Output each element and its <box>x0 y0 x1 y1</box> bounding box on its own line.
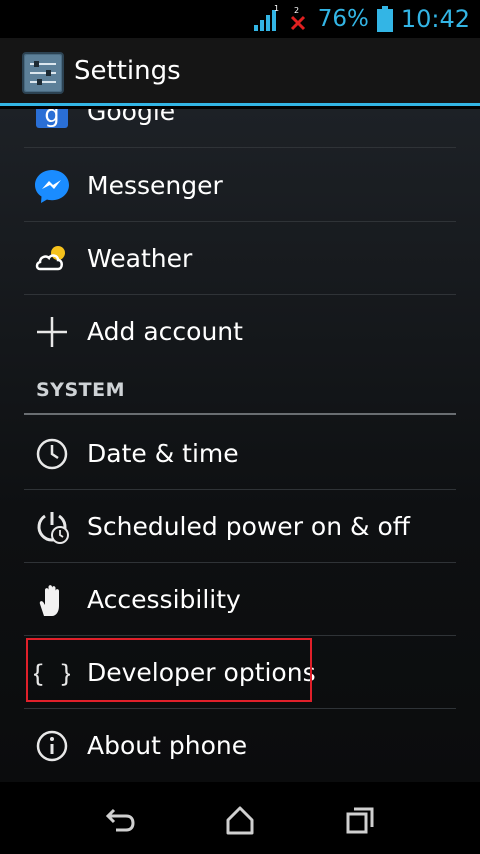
system-section-header: SYSTEM <box>24 369 456 415</box>
weather-icon <box>35 246 65 271</box>
svg-text:g: g <box>44 109 59 128</box>
power-clock-icon <box>37 512 69 544</box>
recents-icon[interactable] <box>340 800 380 840</box>
home-icon[interactable] <box>220 800 260 840</box>
add-account-label: Add account <box>87 317 243 346</box>
divider <box>24 294 456 295</box>
system-item-scheduled-power[interactable]: Scheduled power on & off <box>24 491 456 563</box>
status-bar: 1 2 76% 10:42 <box>0 0 480 38</box>
account-item-label: Weather <box>87 244 193 273</box>
settings-list[interactable]: g Google Messenger Weather Add account S… <box>0 109 480 782</box>
account-item-google[interactable]: g Google <box>24 109 456 148</box>
svg-text:{ }: { } <box>34 660 70 688</box>
google-icon: g <box>36 109 68 128</box>
section-header-text: SYSTEM <box>36 379 125 401</box>
signal-icon: 1 <box>253 5 279 31</box>
system-item-label: Accessibility <box>87 585 241 614</box>
hand-icon <box>39 585 59 616</box>
battery-percent: 76% <box>317 6 369 32</box>
system-item-accessibility[interactable]: Accessibility <box>24 564 456 636</box>
action-bar-divider <box>0 103 480 106</box>
add-account-button[interactable]: Add account <box>24 296 456 368</box>
account-item-label: Google <box>87 109 176 126</box>
action-bar: Settings <box>0 38 480 106</box>
account-item-weather[interactable]: Weather <box>24 223 456 295</box>
signal-slot-number: 1 <box>274 5 279 13</box>
divider <box>24 221 456 222</box>
system-item-label: Scheduled power on & off <box>87 512 410 541</box>
system-item-label: Date & time <box>87 439 239 468</box>
clock-icon <box>36 438 68 470</box>
info-icon <box>36 730 68 762</box>
battery-icon <box>376 6 393 32</box>
divider <box>24 489 456 490</box>
messenger-icon <box>35 170 69 203</box>
system-item-date-time[interactable]: Date & time <box>24 418 456 490</box>
braces-icon: { } <box>34 660 70 688</box>
system-item-label: Developer options <box>87 658 316 687</box>
divider <box>24 708 456 709</box>
settings-sliders-icon[interactable] <box>22 52 64 94</box>
divider <box>24 635 456 636</box>
system-item-about-phone[interactable]: About phone <box>24 710 456 782</box>
back-icon[interactable] <box>100 800 140 840</box>
account-item-label: Messenger <box>87 171 223 200</box>
system-item-label: About phone <box>87 731 248 760</box>
account-item-messenger[interactable]: Messenger <box>24 150 456 222</box>
navigation-bar <box>0 782 480 854</box>
clock-time: 10:42 <box>400 5 470 33</box>
section-header-line <box>24 413 456 415</box>
no-sim-slot-number: 2 <box>294 6 299 15</box>
system-item-developer-options[interactable]: { } Developer options <box>24 637 456 709</box>
page-title: Settings <box>74 56 181 86</box>
divider <box>24 562 456 563</box>
divider <box>24 147 456 148</box>
no-sim-icon: 2 <box>290 6 305 31</box>
plus-icon <box>37 317 67 347</box>
